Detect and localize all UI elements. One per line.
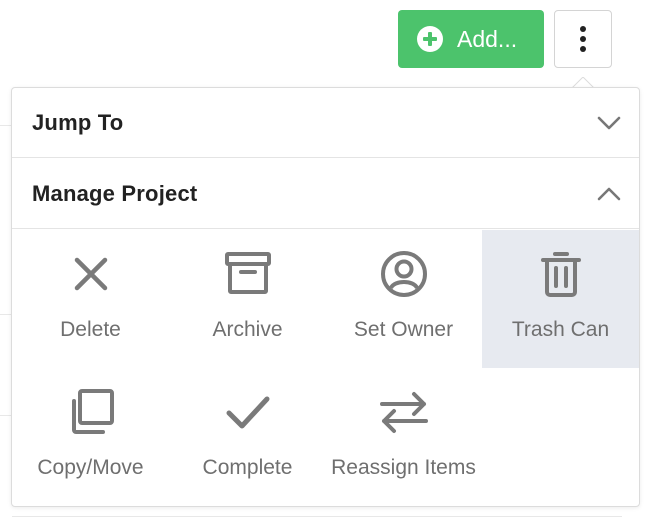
background-divider [12, 516, 622, 517]
action-label: Set Owner [353, 318, 454, 341]
chevron-up-icon [597, 187, 621, 200]
action-trash-can[interactable]: Trash Can [482, 230, 639, 368]
actions-menu: Jump To Manage Project Delete Archive Se… [11, 87, 640, 507]
action-reassign-items[interactable]: Reassign Items [325, 368, 482, 506]
add-button-label: Add... [457, 25, 518, 52]
checkmark-icon [226, 396, 269, 429]
swap-arrows-icon [379, 392, 428, 433]
page: Add... Jump To Manage Project Delete Arc… [0, 0, 647, 521]
plus-circle-icon [417, 26, 443, 52]
section-manage-project[interactable]: Manage Project [12, 159, 639, 229]
vertical-ellipsis-icon [580, 26, 586, 52]
more-options-button[interactable] [554, 10, 612, 68]
action-delete[interactable]: Delete [12, 230, 169, 368]
action-copy-move[interactable]: Copy/Move [12, 368, 169, 506]
action-set-owner[interactable]: Set Owner [325, 230, 482, 368]
add-button[interactable]: Add... [398, 10, 544, 68]
action-label: Delete [60, 318, 121, 341]
action-archive[interactable]: Archive [169, 230, 326, 368]
action-complete[interactable]: Complete [169, 368, 326, 506]
user-circle-icon [380, 251, 427, 297]
section-title: Manage Project [32, 180, 198, 206]
action-label: Trash Can [511, 318, 610, 341]
section-title: Jump To [32, 109, 124, 135]
trash-icon [540, 252, 581, 297]
section-jump-to[interactable]: Jump To [12, 88, 639, 158]
chevron-down-icon [597, 116, 621, 129]
archive-box-icon [224, 252, 271, 294]
copy-icon [71, 389, 114, 434]
action-label: Copy/Move [37, 456, 144, 479]
action-label: Reassign Items [331, 456, 476, 479]
action-label: Archive [212, 318, 283, 341]
close-icon [74, 257, 107, 291]
action-label: Complete [202, 456, 293, 479]
